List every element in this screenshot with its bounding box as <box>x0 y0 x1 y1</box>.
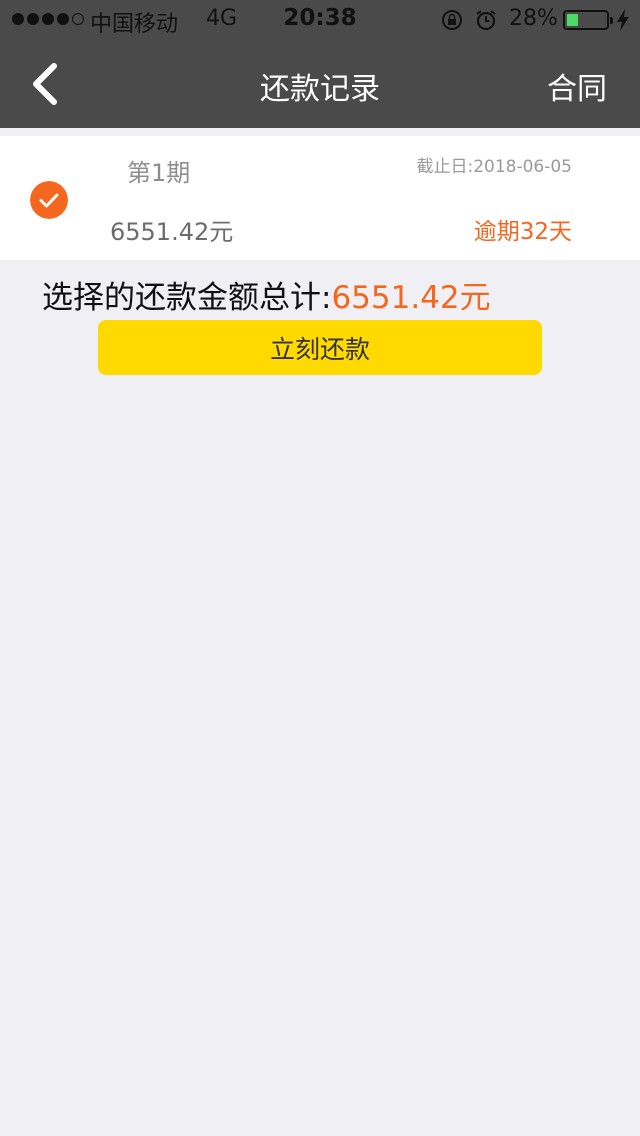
battery-level <box>567 14 578 26</box>
period-label: 第1期 <box>127 159 191 187</box>
back-button[interactable] <box>22 58 72 110</box>
alarm-icon <box>476 10 496 31</box>
total-value: 6551.42元 <box>331 280 491 316</box>
check-circle-icon[interactable] <box>30 181 68 219</box>
total-summary: 选择的还款金额总计:6551.42元 <box>42 272 491 317</box>
chevron-left-icon <box>33 63 57 105</box>
record-amount: 6551.42元 <box>110 218 234 246</box>
due-date: 截止日:2018-06-05 <box>416 157 572 177</box>
overdue-status: 逾期32天 <box>473 219 572 245</box>
battery-percent: 28% <box>509 6 558 31</box>
status-bar: 中国移动 4G 20:38 28% <box>0 0 640 40</box>
total-label: 选择的还款金额总计: <box>42 280 332 316</box>
contract-button[interactable]: 合同 <box>547 64 607 108</box>
charging-icon <box>617 9 629 31</box>
rotation-lock-icon <box>442 10 462 30</box>
pay-now-button[interactable]: 立刻还款 <box>98 320 542 375</box>
top-bar: 中国移动 4G 20:38 28% 还款记录 合同 <box>0 0 640 128</box>
battery-icon <box>563 10 613 30</box>
page-title: 还款记录 <box>260 72 380 107</box>
